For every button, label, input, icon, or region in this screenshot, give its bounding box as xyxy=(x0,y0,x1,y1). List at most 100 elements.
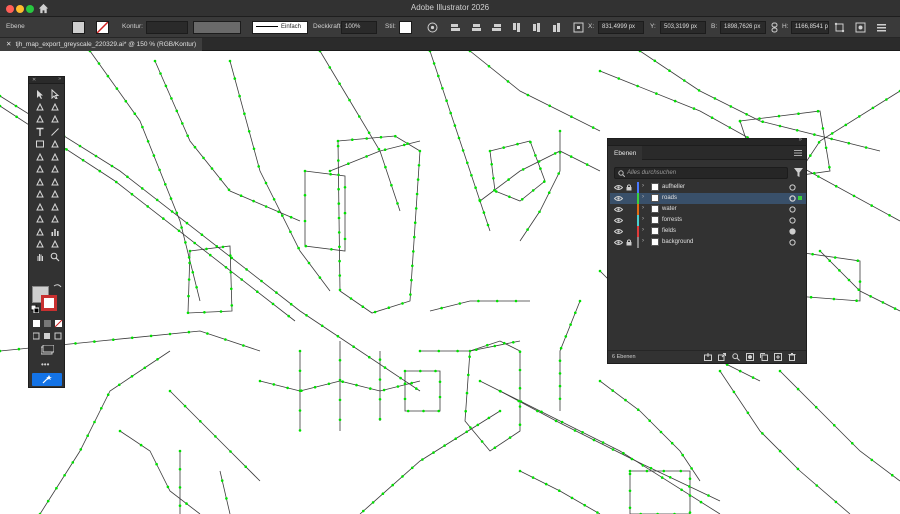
anchor-point[interactable] xyxy=(328,66,332,69)
anchor-point[interactable] xyxy=(337,173,340,177)
anchor-point[interactable] xyxy=(598,69,602,73)
anchor-point[interactable] xyxy=(153,59,157,63)
anchor-point[interactable] xyxy=(233,77,237,80)
anchor-point[interactable] xyxy=(411,466,414,470)
anchor-point[interactable] xyxy=(745,113,748,116)
anchor-point[interactable] xyxy=(141,187,144,190)
anchor-point[interactable] xyxy=(688,511,692,514)
anchor-point[interactable] xyxy=(544,482,548,486)
anchor-point[interactable] xyxy=(518,368,522,372)
edit-toolbar-dots[interactable]: ••• xyxy=(41,360,49,369)
anchor-point[interactable] xyxy=(543,180,546,183)
anchor-point[interactable] xyxy=(598,379,602,383)
anchor-point[interactable] xyxy=(243,112,246,115)
anchor-point[interactable] xyxy=(811,252,814,256)
anchor-point[interactable] xyxy=(337,202,341,205)
anchor-point[interactable] xyxy=(815,484,819,487)
anchor-point[interactable] xyxy=(557,172,560,175)
anchor-point[interactable] xyxy=(838,269,841,272)
anchor-point[interactable] xyxy=(818,249,822,253)
anchor-point[interactable] xyxy=(320,324,324,328)
anchor-point[interactable] xyxy=(746,411,750,415)
anchor-point[interactable] xyxy=(106,393,110,397)
anchor-point[interactable] xyxy=(476,423,480,427)
anchor-point[interactable] xyxy=(133,112,137,115)
anchor-point[interactable] xyxy=(55,486,58,490)
anchor-point[interactable] xyxy=(699,500,703,504)
anchor-point[interactable] xyxy=(289,215,293,219)
anchor-point[interactable] xyxy=(456,349,459,353)
anchor-point[interactable] xyxy=(330,248,333,251)
blend-tool-icon[interactable] xyxy=(50,214,60,224)
anchor-point[interactable] xyxy=(191,271,195,274)
anchor-point[interactable] xyxy=(583,503,586,507)
column-graph-tool-icon[interactable] xyxy=(50,227,60,237)
lasso-tool-icon[interactable] xyxy=(50,102,60,112)
anchor-point[interactable] xyxy=(390,183,393,187)
anchor-point[interactable] xyxy=(441,87,444,90)
layers-search-field[interactable]: Alles durchsuchen xyxy=(614,167,788,179)
anchor-point[interactable] xyxy=(78,144,82,148)
anchor-point[interactable] xyxy=(15,115,18,119)
anchor-point[interactable] xyxy=(517,399,520,403)
anchor-point[interactable] xyxy=(486,343,489,347)
anchor-point[interactable] xyxy=(778,449,782,453)
target-circle-icon[interactable] xyxy=(789,217,796,224)
shape-builder-tool-icon[interactable] xyxy=(35,189,45,199)
anchor-point[interactable] xyxy=(146,140,150,143)
anchor-point[interactable] xyxy=(155,198,159,202)
anchor-point[interactable] xyxy=(548,104,551,108)
isolate-object-icon[interactable] xyxy=(855,22,866,33)
anchor-point[interactable] xyxy=(518,386,522,390)
recolor-artwork-icon[interactable] xyxy=(427,22,438,33)
anchor-point[interactable] xyxy=(553,152,557,155)
anchor-point[interactable] xyxy=(438,395,442,399)
anchor-point[interactable] xyxy=(558,372,562,375)
anchor-point[interactable] xyxy=(454,437,458,441)
swap-fill-stroke-icon[interactable] xyxy=(53,283,62,292)
reference-point-icon[interactable] xyxy=(573,22,584,33)
anchor-point[interactable] xyxy=(384,165,387,169)
anchor-point[interactable] xyxy=(437,409,441,413)
anchor-point[interactable] xyxy=(14,104,18,108)
visibility-eye-icon[interactable] xyxy=(614,228,623,235)
anchor-point[interactable] xyxy=(881,301,885,304)
anchor-point[interactable] xyxy=(215,245,219,248)
anchor-point[interactable] xyxy=(338,288,342,292)
stroke-color-box[interactable] xyxy=(41,295,57,311)
anchor-point[interactable] xyxy=(707,494,710,497)
anchor-point[interactable] xyxy=(648,419,651,423)
anchor-point[interactable] xyxy=(598,269,602,273)
anchor-point[interactable] xyxy=(611,389,614,392)
anchor-point[interactable] xyxy=(870,458,874,462)
target-circle-icon[interactable] xyxy=(789,228,796,235)
anchor-point[interactable] xyxy=(365,137,369,140)
anchor-point[interactable] xyxy=(206,332,209,335)
anchor-point[interactable] xyxy=(343,211,347,215)
anchor-point[interactable] xyxy=(813,133,816,136)
anchor-point[interactable] xyxy=(158,168,161,172)
anchor-point[interactable] xyxy=(419,369,422,373)
anchor-point[interactable] xyxy=(272,198,276,201)
fill-swatch[interactable] xyxy=(72,21,85,34)
anchor-point[interactable] xyxy=(554,419,558,423)
anchor-point[interactable] xyxy=(828,259,831,262)
anchor-point[interactable] xyxy=(202,156,205,160)
anchor-point[interactable] xyxy=(377,147,381,151)
layer-row[interactable]: › forrests xyxy=(610,215,806,226)
anchor-point[interactable] xyxy=(655,92,658,95)
anchor-point[interactable] xyxy=(275,291,278,294)
anchor-point[interactable] xyxy=(168,332,172,336)
anchor-point[interactable] xyxy=(245,268,248,271)
anchor-point[interactable] xyxy=(247,130,251,133)
anchor-point[interactable] xyxy=(352,345,355,349)
default-colors-icon[interactable] xyxy=(31,305,39,313)
anchor-point[interactable] xyxy=(412,250,415,253)
anchor-point[interactable] xyxy=(164,183,167,186)
anchor-point[interactable] xyxy=(371,501,375,504)
anchor-point[interactable] xyxy=(338,82,341,85)
anchor-point[interactable] xyxy=(203,311,206,314)
anchor-point[interactable] xyxy=(526,228,529,231)
anchor-point[interactable] xyxy=(718,369,722,373)
anchor-point[interactable] xyxy=(518,469,522,473)
